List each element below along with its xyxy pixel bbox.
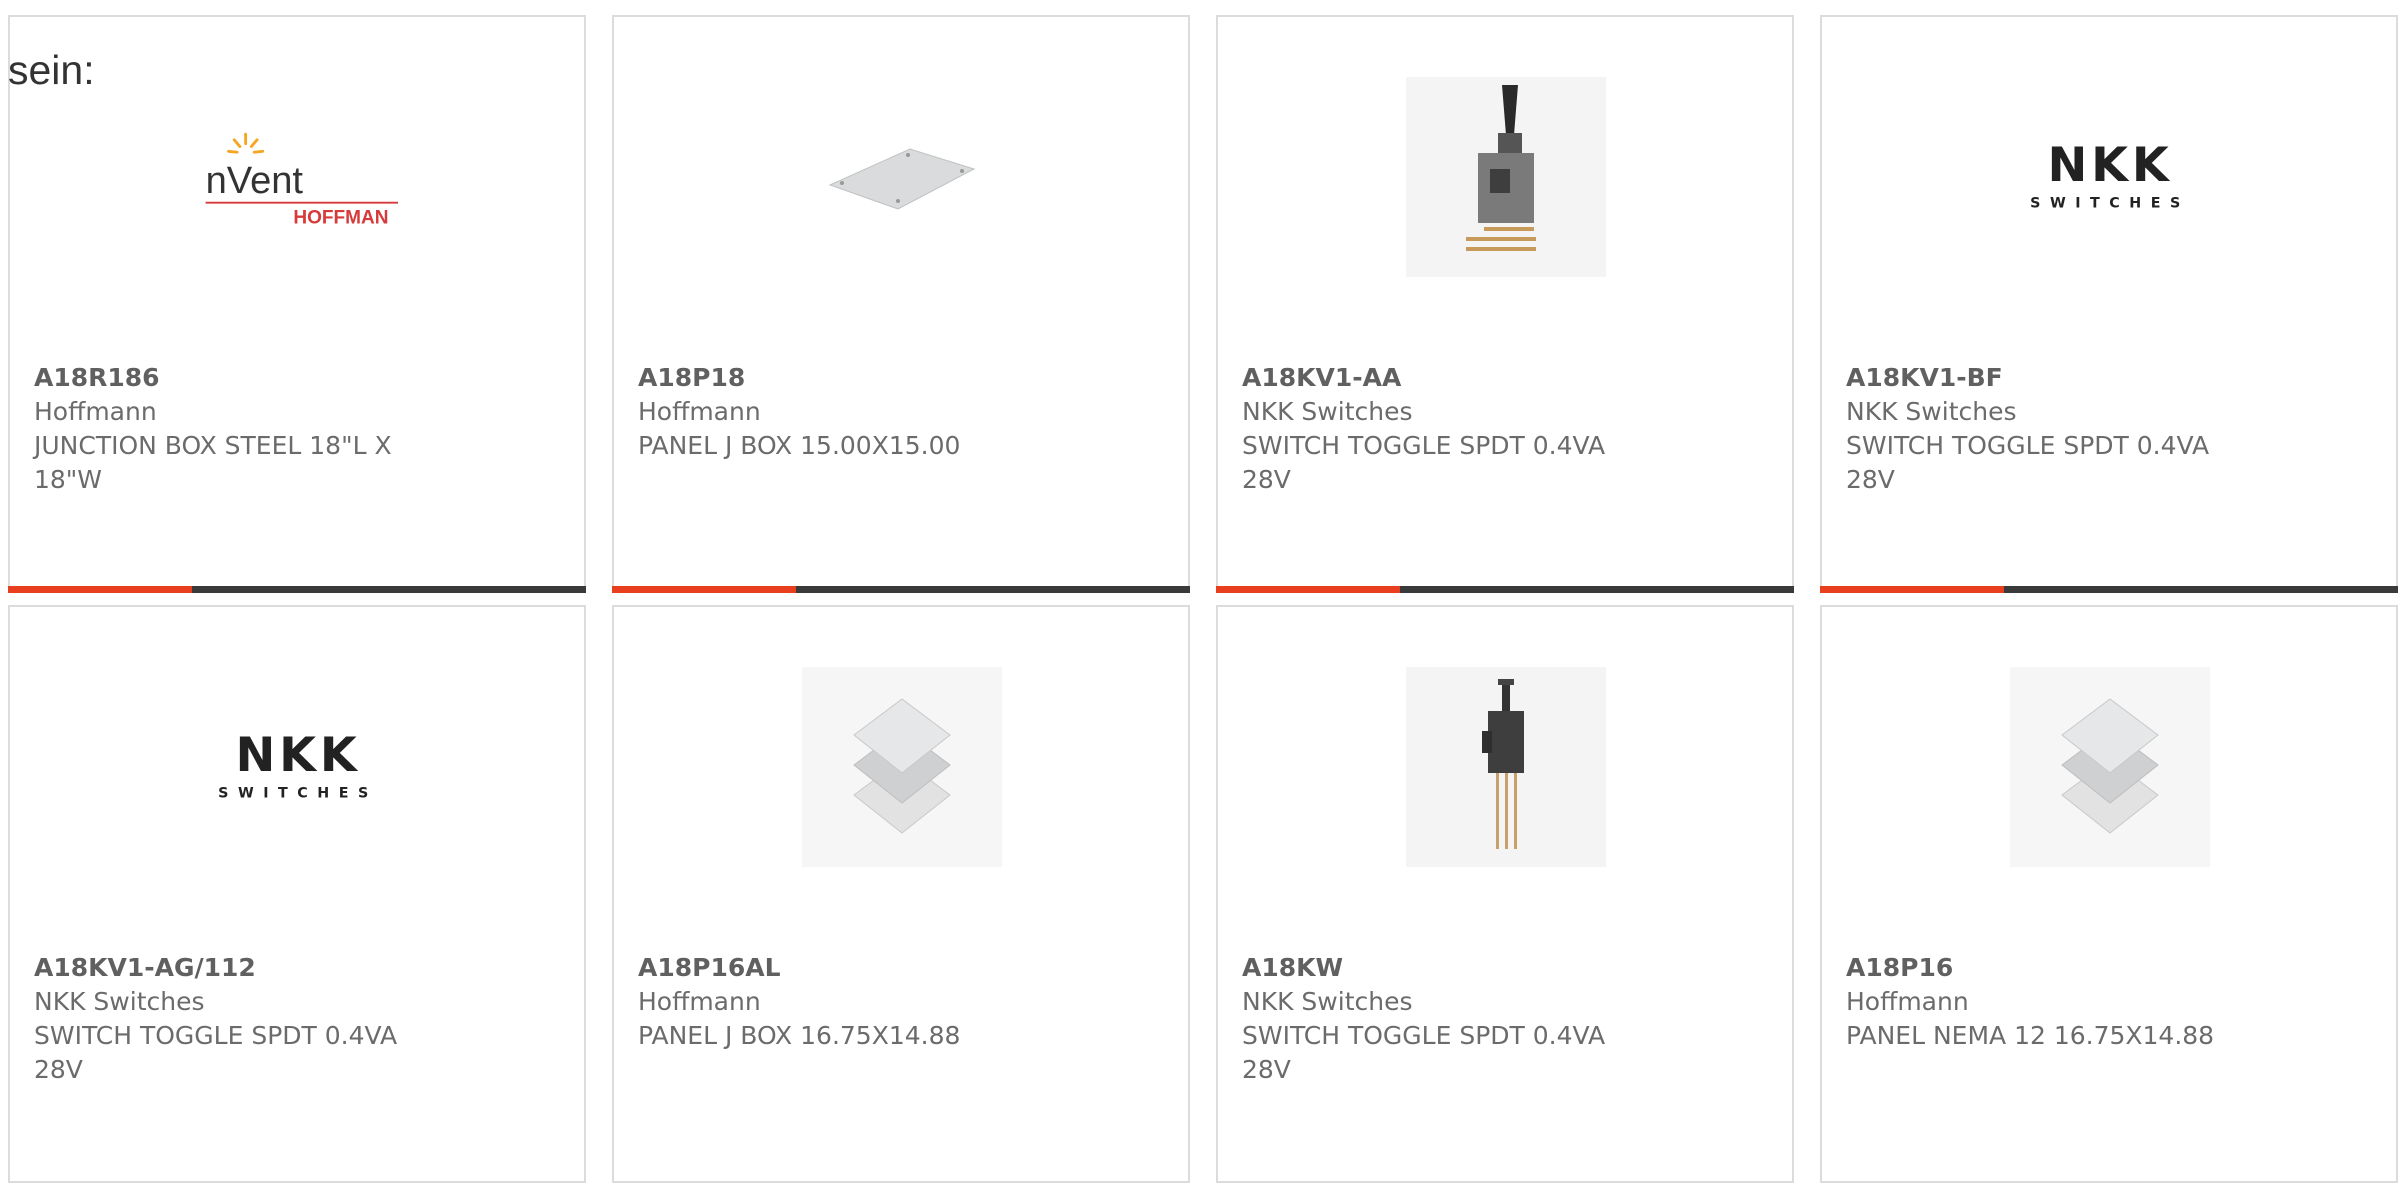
description: PANEL J BOX 15.00X15.00 — [638, 431, 961, 460]
product-card[interactable]: A18P16 Hoffmann PANEL NEMA 12 16.75X14.8… — [1820, 605, 2398, 1183]
product-card[interactable]: NKK SWITCHES A18KV1-AG/112 NKK Switches … — [8, 605, 586, 1183]
svg-text:nVent: nVent — [206, 160, 304, 202]
card-bottom-bar — [612, 586, 1190, 593]
description: SWITCH TOGGLE SPDT 0.4VA 28V — [34, 1021, 398, 1084]
manufacturer: Hoffmann — [638, 987, 761, 1016]
part-number[interactable]: A18P16AL — [638, 951, 1038, 985]
product-card[interactable]: A18P18 Hoffmann PANEL J BOX 15.00X15.00 — [612, 15, 1190, 593]
product-card[interactable]: A18KW NKK Switches SWITCH TOGGLE SPDT 0.… — [1216, 605, 1794, 1183]
part-number[interactable]: A18KV1-BF — [1846, 361, 2246, 395]
part-number[interactable]: A18KV1-AA — [1242, 361, 1642, 395]
part-number[interactable]: A18KW — [1242, 951, 1642, 985]
card-bottom-bar — [1216, 586, 1794, 593]
nkk-switches-logo: NKK SWITCHES — [198, 667, 398, 867]
intro-text: sein: — [8, 47, 95, 93]
description: PANEL NEMA 12 16.75X14.88 — [1846, 1021, 2215, 1050]
product-card[interactable]: A18KV1-AA NKK Switches SWITCH TOGGLE SPD… — [1216, 15, 1794, 593]
product-card[interactable]: NKK SWITCHES A18KV1-BF NKK Switches SWIT… — [1820, 15, 2398, 593]
description: SWITCH TOGGLE SPDT 0.4VA 28V — [1242, 1021, 1606, 1084]
part-number[interactable]: A18KV1-AG/112 — [34, 951, 434, 985]
toggle-switch-pins-image — [1406, 667, 1606, 867]
product-card[interactable]: nVent HOFFMAN A18R186 Hoffmann JUNCTION … — [8, 15, 586, 593]
description: JUNCTION BOX STEEL 18"L X 18"W — [34, 431, 392, 494]
svg-text:NKK: NKK — [2047, 138, 2172, 193]
card-bottom-bar — [8, 586, 586, 593]
card-bottom-bar — [1820, 586, 2398, 593]
description: SWITCH TOGGLE SPDT 0.4VA 28V — [1242, 431, 1606, 494]
nkk-switches-logo: NKK SWITCHES — [2010, 77, 2210, 277]
manufacturer: NKK Switches — [1242, 987, 1413, 1016]
toggle-switch-image — [1406, 77, 1606, 277]
part-number[interactable]: A18P18 — [638, 361, 1038, 395]
part-number[interactable]: A18P16 — [1846, 951, 2246, 985]
nvent-hoffman-logo: nVent HOFFMAN — [198, 77, 398, 277]
manufacturer: NKK Switches — [34, 987, 205, 1016]
stacked-panels-image — [2010, 667, 2210, 867]
manufacturer: NKK Switches — [1846, 397, 2017, 426]
manufacturer: Hoffmann — [638, 397, 761, 426]
manufacturer: Hoffmann — [34, 397, 157, 426]
part-number[interactable]: A18R186 — [34, 361, 434, 395]
svg-text:HOFFMAN: HOFFMAN — [293, 208, 388, 229]
manufacturer: NKK Switches — [1242, 397, 1413, 426]
manufacturer: Hoffmann — [1846, 987, 1969, 1016]
description: PANEL J BOX 16.75X14.88 — [638, 1021, 961, 1050]
description: SWITCH TOGGLE SPDT 0.4VA 28V — [1846, 431, 2210, 494]
panel-plate-image — [802, 77, 1002, 277]
product-card[interactable]: A18P16AL Hoffmann PANEL J BOX 16.75X14.8… — [612, 605, 1190, 1183]
svg-text:SWITCHES: SWITCHES — [218, 785, 378, 801]
stacked-panels-image — [802, 667, 1002, 867]
product-grid: nVent HOFFMAN A18R186 Hoffmann JUNCTION … — [8, 15, 2398, 1183]
svg-text:NKK: NKK — [235, 728, 360, 783]
svg-text:SWITCHES: SWITCHES — [2030, 195, 2190, 211]
